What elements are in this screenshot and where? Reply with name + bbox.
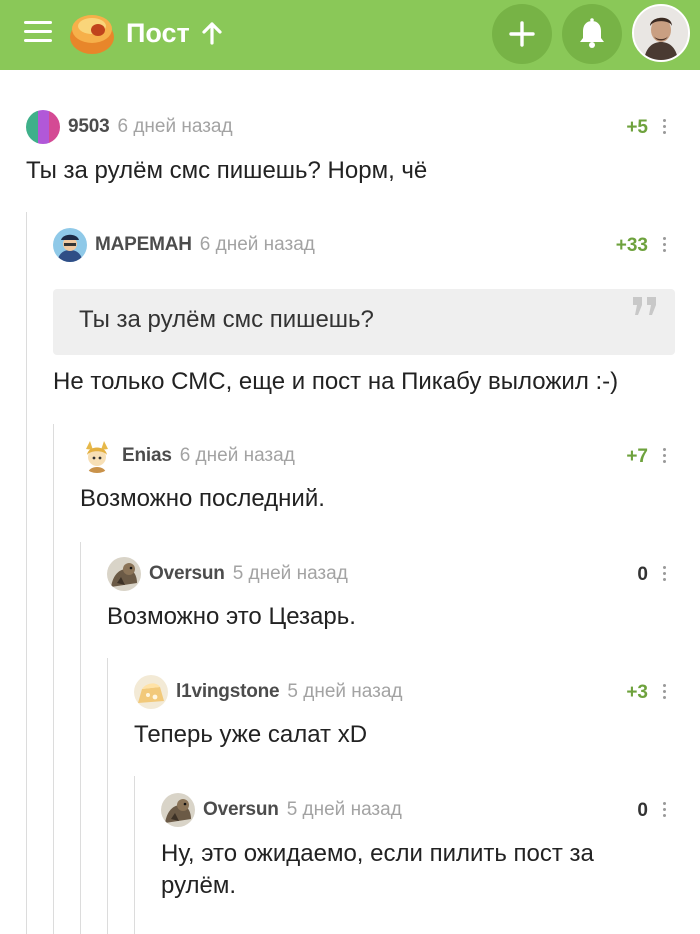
comment-time[interactable]: 5 дней назад xyxy=(233,563,348,585)
thread-line[interactable] xyxy=(26,212,27,934)
comment-rating: 0 xyxy=(637,800,648,821)
comment-header: 9503 6 дней назад xyxy=(26,110,233,144)
comment-text: Ну, это ожидаемо, если пилить пост за ру… xyxy=(161,838,594,902)
comment-text: Ты за рулём смс пишешь? Норм, чё xyxy=(26,157,428,184)
add-post-button[interactable] xyxy=(492,4,552,64)
comment-rating: 0 xyxy=(637,564,648,585)
comment-rating: +33 xyxy=(615,235,648,256)
notifications-button[interactable] xyxy=(562,4,622,64)
comment-text-line: рулём. xyxy=(161,872,237,899)
quote-text: Ты за рулём смс пишешь? xyxy=(79,306,374,333)
more-options-icon[interactable] xyxy=(661,802,667,820)
comment-rating: +7 xyxy=(626,446,648,467)
comment-author[interactable]: МАРЕМАН xyxy=(95,234,192,256)
top-bar: Пост xyxy=(0,0,700,70)
thread-line[interactable] xyxy=(80,542,81,934)
comment-time[interactable]: 5 дней назад xyxy=(287,681,402,703)
user-avatar[interactable] xyxy=(632,4,690,62)
comment-author[interactable]: 9503 xyxy=(68,116,110,138)
comment-text: Возможно это Цезарь. xyxy=(107,603,356,630)
comment-header: МАРЕМАН 6 дней назад xyxy=(53,228,315,262)
comment-rating: +5 xyxy=(626,117,648,138)
avatar[interactable] xyxy=(26,110,60,144)
comment-author[interactable]: Enias xyxy=(122,445,172,467)
comment-time[interactable]: 5 дней назад xyxy=(287,799,402,821)
menu-icon[interactable] xyxy=(24,21,52,43)
comment-author[interactable]: Oversun xyxy=(203,799,279,821)
avatar[interactable] xyxy=(53,228,87,262)
thread-line[interactable] xyxy=(107,658,108,934)
avatar[interactable] xyxy=(107,557,141,591)
comment-text: Возможно последний. xyxy=(80,485,325,512)
arrow-up-icon[interactable] xyxy=(199,20,225,46)
comment-header: Enias 6 дней назад xyxy=(80,439,295,473)
comment-author[interactable]: Oversun xyxy=(149,563,225,585)
more-options-icon[interactable] xyxy=(661,119,667,137)
page-title: Пост xyxy=(126,18,190,48)
comment-time[interactable]: 6 дней назад xyxy=(200,234,315,256)
pikabu-logo[interactable] xyxy=(68,10,116,56)
thread-line[interactable] xyxy=(53,424,54,934)
more-options-icon[interactable] xyxy=(661,237,667,255)
more-options-icon[interactable] xyxy=(661,684,667,702)
bell-icon xyxy=(580,18,604,48)
comment-header: Oversun 5 дней назад xyxy=(107,557,348,591)
quote-icon xyxy=(633,297,656,315)
comment-text: Теперь уже салат xD xyxy=(134,721,368,748)
avatar[interactable] xyxy=(134,675,168,709)
avatar[interactable] xyxy=(80,439,114,473)
comment-time[interactable]: 6 дней назад xyxy=(180,445,295,467)
comment-header: Oversun 5 дней назад xyxy=(161,793,402,827)
comment-time[interactable]: 6 дней назад xyxy=(117,116,232,138)
comment-text-line: Ну, это ожидаемо, если пилить пост за xyxy=(161,840,594,867)
thread-line[interactable] xyxy=(134,776,135,934)
avatar[interactable] xyxy=(161,793,195,827)
plus-icon xyxy=(509,21,535,47)
comment-rating: +3 xyxy=(626,682,648,703)
comment-text: Не только СМС, еще и пост на Пикабу выло… xyxy=(53,368,619,395)
more-options-icon[interactable] xyxy=(661,566,667,584)
comment-author[interactable]: l1vingstone xyxy=(176,681,280,703)
more-options-icon[interactable] xyxy=(661,448,667,466)
comment-header: l1vingstone 5 дней назад xyxy=(134,675,403,709)
quote-block: Ты за рулём смс пишешь? xyxy=(53,289,675,355)
